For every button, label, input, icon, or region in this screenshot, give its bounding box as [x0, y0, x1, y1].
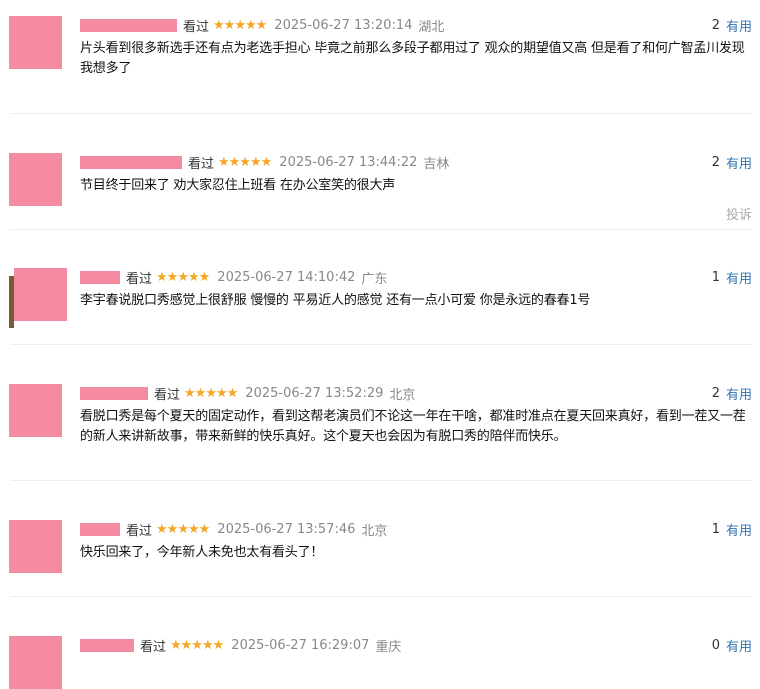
star-rating-icon: ★★★★★	[213, 17, 267, 33]
avatar[interactable]	[9, 636, 62, 689]
divider	[10, 113, 752, 114]
review-meta: 看过 ★★★★★ 2025-06-27 13:20:14 湖北	[80, 16, 445, 35]
review-meta: 看过 ★★★★★ 2025-06-27 14:10:42 广东	[80, 268, 388, 287]
useful-vote[interactable]: 2 有用	[711, 153, 752, 172]
review-list: 看过 ★★★★★ 2025-06-27 13:20:14 湖北 2 有用 片头看…	[0, 0, 760, 689]
star-rating-icon: ★★★★★	[184, 385, 238, 401]
review-content: 节目终于回来了 劝大家忍住上班看 在办公室笑的很大声	[80, 178, 396, 193]
star-rating-icon: ★★★★★	[156, 521, 210, 537]
review-location: 重庆	[375, 639, 402, 655]
useful-button[interactable]: 有用	[726, 268, 752, 287]
watched-status: 看过	[188, 156, 215, 172]
divider	[10, 229, 752, 230]
review-location: 北京	[361, 523, 388, 539]
useful-vote[interactable]: 1 有用	[711, 520, 752, 539]
username-redacted[interactable]	[80, 155, 182, 169]
review-location: 吉林	[423, 156, 450, 172]
useful-count: 2	[711, 17, 720, 33]
useful-button[interactable]: 有用	[726, 16, 752, 35]
review-time: 2025-06-27 13:20:14	[274, 17, 413, 33]
useful-count: 0	[711, 637, 720, 653]
divider	[10, 596, 752, 597]
useful-button[interactable]: 有用	[726, 520, 752, 539]
review-time: 2025-06-27 13:44:22	[279, 154, 418, 170]
useful-vote[interactable]: 1 有用	[711, 268, 752, 287]
watched-status: 看过	[126, 271, 153, 287]
watched-status: 看过	[154, 387, 181, 403]
useful-count: 2	[711, 154, 720, 170]
useful-button[interactable]: 有用	[726, 153, 752, 172]
useful-count: 2	[711, 385, 720, 401]
username-redacted[interactable]	[80, 638, 134, 652]
review-location: 北京	[389, 387, 416, 403]
review-time: 2025-06-27 14:10:42	[217, 269, 356, 285]
review-content: 片头看到很多新选手还有点为老选手担心 毕竟之前那么多段子都用过了 观众的期望值又…	[80, 41, 745, 76]
star-rating-icon: ★★★★★	[218, 154, 272, 170]
useful-vote[interactable]: 2 有用	[711, 384, 752, 403]
review-location: 湖北	[418, 19, 445, 35]
watched-status: 看过	[183, 19, 210, 35]
star-rating-icon: ★★★★★	[156, 269, 210, 285]
avatar[interactable]	[9, 268, 67, 328]
watched-status: 看过	[140, 639, 167, 655]
divider	[10, 344, 752, 345]
avatar[interactable]	[9, 384, 62, 437]
review-time: 2025-06-27 16:29:07	[231, 637, 370, 653]
useful-count: 1	[711, 269, 720, 285]
review-meta: 看过 ★★★★★ 2025-06-27 13:57:46 北京	[80, 520, 388, 539]
useful-button[interactable]: 有用	[726, 636, 752, 655]
review-meta: 看过 ★★★★★ 2025-06-27 16:29:07 重庆	[80, 636, 402, 655]
review-time: 2025-06-27 13:57:46	[217, 521, 356, 537]
username-redacted[interactable]	[80, 522, 120, 536]
avatar[interactable]	[9, 520, 62, 573]
useful-vote[interactable]: 2 有用	[711, 16, 752, 35]
useful-vote[interactable]: 0 有用	[711, 636, 752, 655]
avatar[interactable]	[9, 16, 62, 69]
useful-button[interactable]: 有用	[726, 384, 752, 403]
username-redacted[interactable]	[80, 270, 120, 284]
review-meta: 看过 ★★★★★ 2025-06-27 13:52:29 北京	[80, 384, 416, 403]
useful-count: 1	[711, 521, 720, 537]
avatar[interactable]	[9, 153, 62, 206]
review-content: 李宇春说脱口秀感觉上很舒服 慢慢的 平易近人的感觉 还有一点小可爱 你是永远的春…	[80, 293, 591, 308]
divider	[10, 480, 752, 481]
review-time: 2025-06-27 13:52:29	[245, 385, 384, 401]
watched-status: 看过	[126, 523, 153, 539]
star-rating-icon: ★★★★★	[170, 637, 224, 653]
username-redacted[interactable]	[80, 386, 148, 400]
report-link[interactable]: 投诉	[726, 204, 752, 223]
review-content: 看脱口秀是每个夏天的固定动作，看到这帮老演员们不论这一年在干啥，都准时准点在夏天…	[80, 409, 746, 444]
review-meta: 看过 ★★★★★ 2025-06-27 13:44:22 吉林	[80, 153, 450, 172]
review-content: 快乐回来了，今年新人未免也太有看头了！	[80, 545, 324, 560]
review-location: 广东	[361, 271, 388, 287]
username-redacted[interactable]	[80, 18, 177, 32]
